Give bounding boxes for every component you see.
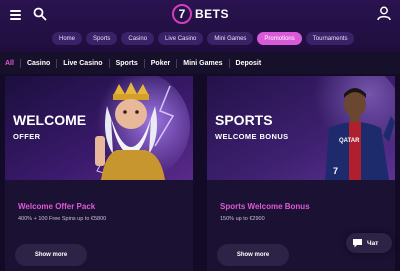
sports-title: Sports Welcome Bonus — [220, 202, 310, 211]
jersey-number: 7 — [333, 166, 338, 176]
filter-sports[interactable]: Sports — [108, 58, 144, 68]
nav-sports[interactable]: Sports — [86, 32, 118, 45]
filter-poker[interactable]: Poker — [143, 58, 176, 68]
welcome-description: 400% + 100 Free Spins up to €5800 — [18, 216, 107, 222]
welcome-title: Welcome Offer Pack — [18, 202, 96, 211]
top-header: 7 BETS Home Sports Casino Live Casino Mi… — [0, 0, 400, 52]
sports-show-more-button[interactable]: Show more — [217, 244, 289, 266]
logo-mark: 7 — [172, 4, 192, 24]
logo[interactable]: 7 BETS — [172, 3, 229, 25]
user-icon[interactable] — [377, 6, 391, 21]
nav-live-casino[interactable]: Live Casino — [158, 32, 204, 45]
nav-promotions[interactable]: Promotions — [257, 32, 302, 45]
chat-bubble-icon — [353, 239, 362, 248]
welcome-show-more-button[interactable]: Show more — [15, 244, 87, 266]
sports-subhead: WELCOME BONUS — [215, 132, 289, 141]
hamburger-icon[interactable] — [10, 10, 21, 20]
chat-label: Чат — [367, 239, 379, 247]
sports-description: 150% up to €2900 — [220, 216, 265, 222]
filter-all[interactable]: All — [5, 59, 20, 68]
search-icon[interactable] — [33, 7, 47, 21]
welcome-headline: WELCOME — [13, 112, 87, 128]
promo-card-welcome[interactable]: WELCOME OFFER Welcome Offer Pack 400% + … — [5, 76, 193, 271]
filter-mini-games[interactable]: Mini Games — [176, 58, 228, 68]
logo-text: BETS — [195, 7, 230, 21]
nav-casino[interactable]: Casino — [121, 32, 155, 45]
chat-button[interactable]: Чат — [346, 233, 392, 253]
filter-live-casino[interactable]: Live Casino — [56, 58, 108, 68]
jersey-sponsor: QATAR — [339, 138, 360, 144]
welcome-subhead: OFFER — [13, 132, 41, 141]
filter-deposit[interactable]: Deposit — [228, 58, 268, 68]
welcome-banner-image — [5, 76, 193, 180]
promo-cards: WELCOME OFFER Welcome Offer Pack 400% + … — [5, 76, 395, 271]
nav-mini-games[interactable]: Mini Games — [207, 32, 254, 45]
promo-filter-bar: All Casino Live Casino Sports Poker Mini… — [0, 52, 400, 74]
sports-banner-image: QATAR 7 — [207, 76, 395, 180]
sports-headline: SPORTS — [215, 112, 273, 128]
filter-casino[interactable]: Casino — [19, 58, 56, 68]
nav-tournaments[interactable]: Tournaments — [305, 32, 355, 45]
main-nav: Home Sports Casino Live Casino Mini Game… — [52, 32, 355, 45]
nav-home[interactable]: Home — [52, 32, 83, 45]
